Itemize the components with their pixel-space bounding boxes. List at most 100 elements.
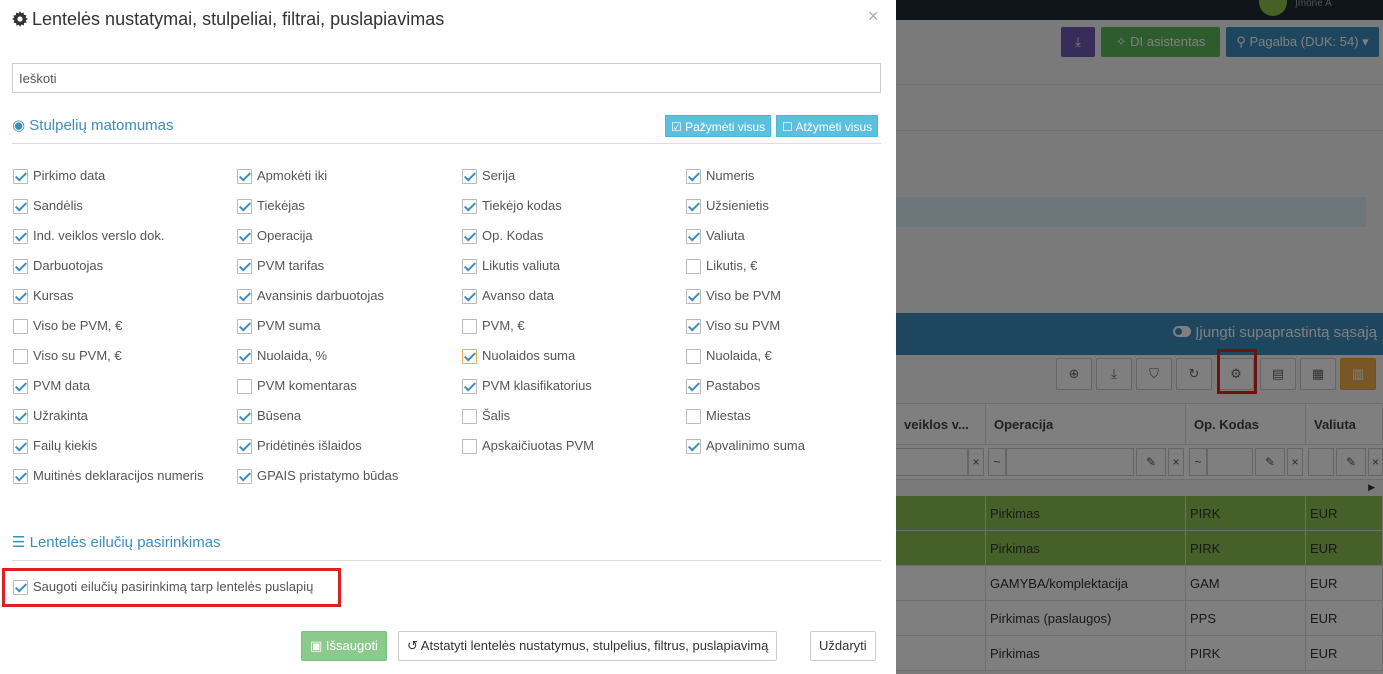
checkbox[interactable]	[462, 439, 477, 454]
column-visibility-heading: ◉ Stulpelių matomumas	[12, 117, 174, 134]
checkbox[interactable]	[462, 229, 477, 244]
column-toggle-checkbox[interactable]: Pirkimo data	[13, 166, 213, 186]
column-toggle-checkbox[interactable]: Valiuta	[686, 226, 901, 246]
column-toggle-checkbox[interactable]: PVM, €	[462, 316, 677, 336]
checkbox[interactable]	[462, 199, 477, 214]
checkbox[interactable]	[13, 169, 28, 184]
checkbox[interactable]	[237, 349, 252, 364]
checkbox[interactable]	[237, 469, 252, 484]
deselect-all-button[interactable]: ☐ Atžymėti visus	[776, 115, 879, 137]
column-toggle-checkbox[interactable]: PVM klasifikatorius	[462, 376, 677, 396]
checkbox[interactable]	[462, 259, 477, 274]
checkbox[interactable]	[237, 439, 252, 454]
column-toggle-checkbox[interactable]: Tiekėjo kodas	[462, 196, 677, 216]
column-toggle-checkbox[interactable]: Operacija	[237, 226, 452, 246]
column-toggle-checkbox[interactable]: Šalis	[462, 406, 677, 426]
column-toggle-checkbox[interactable]: Ind. veiklos verslo dok.	[13, 226, 213, 246]
divider	[12, 143, 881, 144]
column-toggle-checkbox[interactable]: Serija	[462, 166, 677, 186]
checkbox[interactable]	[13, 289, 28, 304]
checkbox[interactable]	[237, 379, 252, 394]
column-toggle-checkbox[interactable]: Apskaičiuotas PVM	[462, 436, 677, 456]
checkbox[interactable]	[462, 169, 477, 184]
checkbox[interactable]	[237, 229, 252, 244]
column-toggle-checkbox[interactable]: Avansinis darbuotojas	[237, 286, 452, 306]
save-button[interactable]: ▣ Išsaugoti	[301, 631, 387, 661]
checkbox[interactable]	[13, 469, 28, 484]
column-toggle-checkbox[interactable]: PVM data	[13, 376, 213, 396]
close-icon[interactable]: ×	[868, 6, 879, 27]
select-all-button[interactable]: ☑ Pažymėti visus	[665, 115, 772, 137]
column-toggle-checkbox[interactable]: Failų kiekis	[13, 436, 213, 456]
checkbox[interactable]	[686, 409, 701, 424]
column-toggle-checkbox[interactable]: Darbuotojas	[13, 256, 213, 276]
checkbox-label: Apvalinimo suma	[706, 438, 805, 453]
column-toggle-checkbox[interactable]: Apmokėti iki	[237, 166, 452, 186]
checkbox[interactable]	[686, 259, 701, 274]
column-toggle-checkbox[interactable]: Viso su PVM, €	[13, 346, 213, 366]
checkbox[interactable]	[237, 319, 252, 334]
checkbox[interactable]	[686, 439, 701, 454]
checkbox[interactable]	[237, 409, 252, 424]
column-toggle-checkbox[interactable]: Užrakinta	[13, 406, 213, 426]
column-toggle-checkbox[interactable]: PVM tarifas	[237, 256, 452, 276]
close-button[interactable]: Uždaryti	[810, 631, 876, 661]
reset-settings-button[interactable]: ↺ Atstatyti lentelės nustatymus, stulpel…	[398, 631, 778, 661]
checkbox[interactable]	[686, 229, 701, 244]
column-toggle-checkbox[interactable]: Op. Kodas	[462, 226, 677, 246]
column-toggle-checkbox[interactable]: Viso be PVM	[686, 286, 901, 306]
checkbox[interactable]	[462, 379, 477, 394]
column-toggle-checkbox[interactable]: Pridėtinės išlaidos	[237, 436, 452, 456]
checkbox[interactable]	[462, 349, 477, 364]
column-toggle-checkbox[interactable]: Pastabos	[686, 376, 901, 396]
checkbox[interactable]	[686, 379, 701, 394]
checkbox[interactable]	[237, 289, 252, 304]
table-settings-modal: Lentelės nustatymai, stulpeliai, filtrai…	[0, 0, 896, 674]
checkbox[interactable]	[13, 379, 28, 394]
checkbox[interactable]	[13, 349, 28, 364]
checkbox[interactable]	[462, 289, 477, 304]
column-toggle-checkbox[interactable]: Likutis valiuta	[462, 256, 677, 276]
column-toggle-checkbox[interactable]: Likutis, €	[686, 256, 901, 276]
checkbox[interactable]	[237, 259, 252, 274]
checkbox[interactable]	[237, 199, 252, 214]
checkbox[interactable]	[462, 319, 477, 334]
search-input[interactable]	[12, 63, 881, 93]
checkbox[interactable]	[13, 409, 28, 424]
checkbox[interactable]	[13, 199, 28, 214]
column-toggle-checkbox[interactable]: Apvalinimo suma	[686, 436, 901, 456]
checkbox[interactable]	[13, 319, 28, 334]
checkbox[interactable]	[237, 169, 252, 184]
checkbox-label: Pridėtinės išlaidos	[257, 438, 362, 453]
column-toggle-checkbox[interactable]: PVM komentaras	[237, 376, 452, 396]
column-toggle-checkbox[interactable]: Būsena	[237, 406, 452, 426]
column-toggle-checkbox[interactable]: Muitinės deklaracijos numeris	[13, 466, 213, 486]
column-toggle-checkbox[interactable]: Viso be PVM, €	[13, 316, 213, 336]
checkbox[interactable]	[686, 289, 701, 304]
checkbox-label: Nuolaidos suma	[482, 348, 576, 363]
checkbox[interactable]	[686, 319, 701, 334]
column-toggle-checkbox[interactable]: Nuolaida, %	[237, 346, 452, 366]
column-toggle-checkbox[interactable]: Tiekėjas	[237, 196, 452, 216]
checkbox[interactable]	[13, 259, 28, 274]
checkbox-label: Operacija	[257, 228, 313, 243]
column-toggle-checkbox[interactable]: Užsienietis	[686, 196, 901, 216]
checkbox[interactable]	[13, 439, 28, 454]
column-toggle-checkbox[interactable]: Nuolaidos suma	[462, 346, 677, 366]
column-toggle-checkbox[interactable]: Avanso data	[462, 286, 677, 306]
checkbox[interactable]	[13, 229, 28, 244]
column-toggle-checkbox[interactable]: PVM suma	[237, 316, 452, 336]
column-toggle-checkbox[interactable]: Numeris	[686, 166, 901, 186]
checkbox-label: PVM data	[33, 378, 91, 393]
column-toggle-checkbox[interactable]: Viso su PVM	[686, 316, 901, 336]
checkbox[interactable]	[462, 409, 477, 424]
checkbox[interactable]	[686, 199, 701, 214]
checkbox[interactable]	[686, 349, 701, 364]
checkbox-label: Pirkimo data	[33, 168, 106, 183]
column-toggle-checkbox[interactable]: Miestas	[686, 406, 901, 426]
checkbox[interactable]	[686, 169, 701, 184]
column-toggle-checkbox[interactable]: Kursas	[13, 286, 213, 306]
column-toggle-checkbox[interactable]: Sandėlis	[13, 196, 213, 216]
column-toggle-checkbox[interactable]: Nuolaida, €	[686, 346, 901, 366]
column-toggle-checkbox[interactable]: GPAIS pristatymo būdas	[237, 466, 452, 486]
